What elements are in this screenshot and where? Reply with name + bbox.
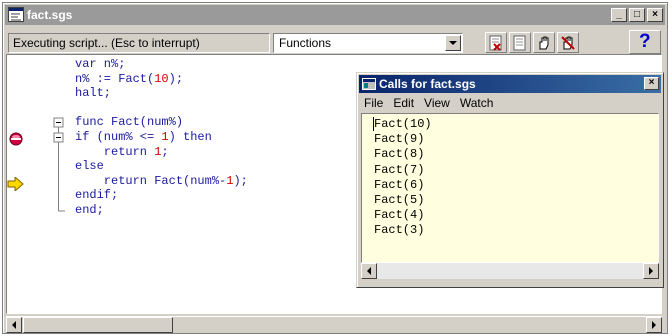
code-line[interactable]: var n%; <box>75 57 248 72</box>
code-line[interactable]: endif; <box>75 188 248 203</box>
clear-breakpoints-button[interactable] <box>485 32 507 53</box>
scroll-right-button[interactable] <box>646 317 662 333</box>
code-line[interactable]: else <box>75 159 248 174</box>
menu-file[interactable]: File <box>359 94 388 112</box>
maximize-button[interactable]: □ <box>629 8 645 22</box>
code-line[interactable]: return Fact(num%-1); <box>75 174 248 189</box>
close-button[interactable]: × <box>647 8 663 22</box>
calls-scroll-left-button[interactable] <box>361 263 377 279</box>
scroll-thumb[interactable] <box>23 317 173 333</box>
call-stack-item[interactable]: Fact(6) <box>374 178 432 193</box>
arrow-left-icon <box>12 321 16 329</box>
call-stack-items: Fact(10) Fact(9) Fact(8) Fact(7) Fact(6) Fact… <box>374 117 432 239</box>
code-line[interactable]: halt; <box>75 86 248 101</box>
code-text[interactable]: var n%; n% := Fact(10); halt; func Fact(num… <box>75 57 248 218</box>
calls-window-title: Calls for fact.sgs <box>379 77 476 91</box>
calls-scroll-track[interactable] <box>377 263 643 279</box>
code-line[interactable] <box>75 101 248 116</box>
stop-hand-icon <box>539 36 549 50</box>
functions-combo-value: Functions <box>279 36 332 50</box>
menu-view[interactable]: View <box>419 94 455 112</box>
call-stack-item[interactable]: Fact(4) <box>374 208 432 223</box>
breakpoint-icon[interactable] <box>8 132 24 146</box>
arrow-left-icon <box>367 267 371 275</box>
calls-title-bar[interactable]: Calls for fact.sgs × <box>359 75 661 93</box>
toolbar: Executing script... (Esc to interrupt) F… <box>5 27 665 55</box>
script-window-icon <box>8 7 24 22</box>
menu-watch[interactable]: Watch <box>455 94 499 112</box>
arrow-right-icon <box>652 321 656 329</box>
calls-horizontal-scrollbar[interactable] <box>361 263 659 279</box>
call-stack-item[interactable]: Fact(10) <box>374 117 432 132</box>
code-line[interactable]: return 1; <box>75 145 248 160</box>
call-stack-item[interactable]: Fact(8) <box>374 147 432 162</box>
step-button[interactable] <box>509 32 531 53</box>
calls-scroll-right-button[interactable] <box>643 263 659 279</box>
status-text: Executing script... (Esc to interrupt) <box>8 33 270 53</box>
title-bar[interactable]: fact.sgs _ □ × <box>5 5 665 25</box>
arrow-right-icon <box>649 267 653 275</box>
horizontal-scrollbar[interactable] <box>6 316 662 333</box>
window-title: fact.sgs <box>27 8 73 22</box>
help-button[interactable]: ? <box>629 30 661 54</box>
calls-menu-bar: File Edit View Watch <box>359 94 661 112</box>
break-hand-icon <box>561 36 575 50</box>
editor-gutter[interactable] <box>7 55 65 313</box>
chevron-down-icon[interactable] <box>445 35 461 51</box>
call-stack-list[interactable]: Fact(10) Fact(9) Fact(8) Fact(7) Fact(6) Fact… <box>361 113 659 263</box>
code-line[interactable]: n% := Fact(10); <box>75 72 248 87</box>
scroll-left-button[interactable] <box>6 317 22 333</box>
calls-window: Calls for fact.sgs × File Edit View Watch F… <box>356 72 664 288</box>
call-stack-item[interactable]: Fact(5) <box>374 193 432 208</box>
minimize-button[interactable]: _ <box>611 8 627 22</box>
functions-combo[interactable]: Functions <box>273 33 463 53</box>
help-icon: ? <box>639 31 651 52</box>
menu-edit[interactable]: Edit <box>388 94 419 112</box>
call-stack-item[interactable]: Fact(7) <box>374 163 432 178</box>
calls-close-button[interactable]: × <box>644 77 659 90</box>
call-stack-item[interactable]: Fact(3) <box>374 223 432 238</box>
break-hand-button[interactable] <box>557 32 579 53</box>
code-line[interactable]: if (num% <= 1) then <box>75 130 248 145</box>
code-line[interactable]: end; <box>75 203 248 218</box>
step-icon <box>513 35 526 51</box>
calls-window-icon <box>362 78 376 90</box>
stop-hand-button[interactable] <box>533 32 555 53</box>
call-stack-item[interactable]: Fact(9) <box>374 132 432 147</box>
current-line-arrow-icon <box>7 177 24 191</box>
code-line[interactable]: func Fact(num%) <box>75 115 248 130</box>
fold-markers <box>53 117 65 212</box>
clear-breakpoints-icon <box>489 35 502 51</box>
